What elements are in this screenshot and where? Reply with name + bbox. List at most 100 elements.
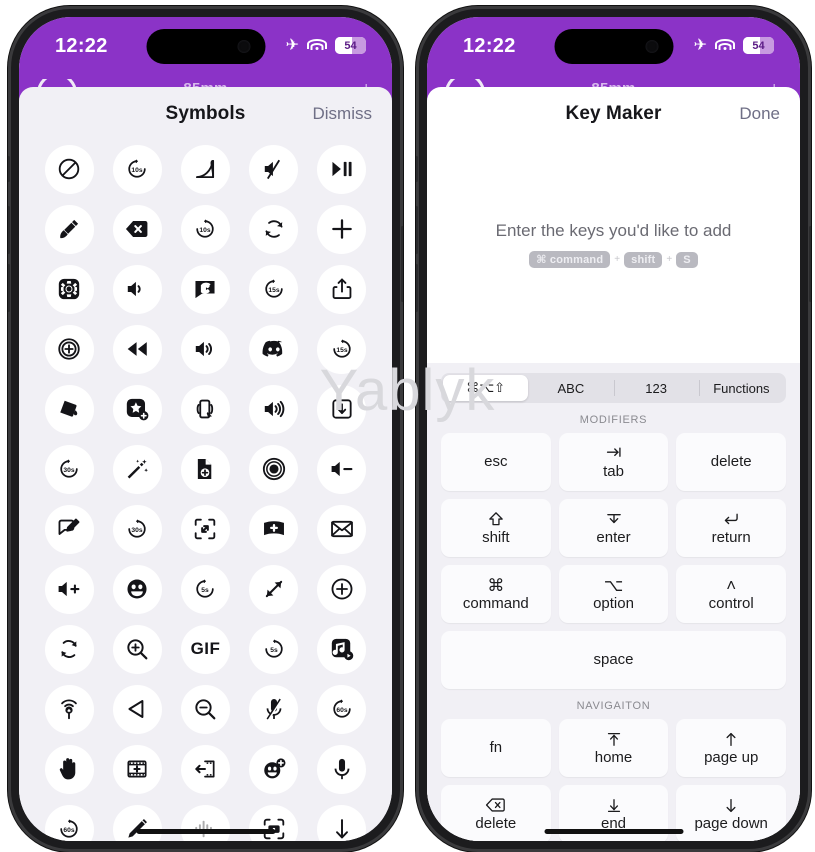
segment--[interactable]: ⌘⌥⇧: [443, 375, 529, 401]
film-arrow-left-icon[interactable]: [180, 744, 230, 794]
symbol-cell[interactable]: [103, 679, 171, 739]
symbol-cell[interactable]: 15s: [308, 319, 376, 379]
dismiss-button[interactable]: Dismiss: [313, 104, 373, 124]
speaker-minus-icon[interactable]: [317, 444, 367, 494]
power-button[interactable]: [401, 226, 403, 302]
phone-bubble-icon[interactable]: [180, 264, 230, 314]
volume-up-button[interactable]: [8, 206, 10, 254]
volume-up-button-right[interactable]: [416, 206, 418, 254]
symbol-cell[interactable]: [103, 199, 171, 259]
key-tab[interactable]: tab: [558, 433, 669, 491]
key-esc[interactable]: esc: [441, 433, 551, 491]
goforward-10-seconds-icon[interactable]: 10s: [180, 204, 230, 254]
symbol-cell[interactable]: [103, 619, 171, 679]
symbol-cell[interactable]: [171, 799, 239, 841]
symbol-cell[interactable]: 15s: [240, 259, 308, 319]
symbol-cell[interactable]: 30s: [103, 499, 171, 559]
symbol-cell[interactable]: [171, 379, 239, 439]
film-plus-icon[interactable]: [112, 744, 162, 794]
symbol-cell[interactable]: [308, 739, 376, 799]
symbol-cell[interactable]: [35, 499, 103, 559]
key-delete[interactable]: delete: [441, 785, 551, 841]
curve-chart-icon[interactable]: [180, 144, 230, 194]
doc-badge-plus-icon[interactable]: [180, 444, 230, 494]
key-enter[interactable]: enter: [558, 499, 669, 557]
goback-10-seconds-icon[interactable]: 10s: [112, 144, 162, 194]
key-command[interactable]: ⌘ command: [441, 565, 551, 623]
symbol-cell[interactable]: [103, 379, 171, 439]
play-pause-icon[interactable]: [317, 144, 367, 194]
symbol-cell[interactable]: [35, 619, 103, 679]
delete-left-x-icon[interactable]: [112, 204, 162, 254]
symbol-cell[interactable]: [103, 739, 171, 799]
symbol-cell[interactable]: [240, 559, 308, 619]
speaker-wave-1-icon[interactable]: [112, 264, 162, 314]
bubble-pencil-icon[interactable]: [44, 504, 94, 554]
symbol-cell[interactable]: 5s: [171, 559, 239, 619]
symbol-cell[interactable]: [171, 499, 239, 559]
slash-circle-icon[interactable]: [44, 144, 94, 194]
key-fn[interactable]: fn: [441, 719, 551, 777]
symbol-cell[interactable]: [240, 199, 308, 259]
square-and-arrow-up-icon[interactable]: [317, 264, 367, 314]
symbol-cell[interactable]: [35, 319, 103, 379]
symbol-cell[interactable]: [35, 259, 103, 319]
symbol-cell[interactable]: [35, 679, 103, 739]
mic-icon[interactable]: [317, 744, 367, 794]
symbol-cell[interactable]: [35, 379, 103, 439]
symbol-cell[interactable]: [103, 319, 171, 379]
symbol-cell[interactable]: [308, 499, 376, 559]
pen-plug-icon[interactable]: [44, 204, 94, 254]
airplay-audio-icon[interactable]: [44, 684, 94, 734]
magnify-minus-icon[interactable]: [180, 684, 230, 734]
symbol-cell[interactable]: [240, 739, 308, 799]
done-button[interactable]: Done: [739, 104, 780, 124]
key-return[interactable]: return: [676, 499, 787, 557]
symbol-cell[interactable]: [171, 679, 239, 739]
symbol-cell[interactable]: [171, 439, 239, 499]
symbol-cell[interactable]: [240, 439, 308, 499]
key-shift[interactable]: shift: [441, 499, 551, 557]
symbol-cell[interactable]: [240, 319, 308, 379]
goback-15-seconds-icon[interactable]: 15s: [249, 264, 299, 314]
symbol-cell[interactable]: [171, 739, 239, 799]
symbol-cell[interactable]: [308, 799, 376, 841]
symbol-cell[interactable]: [308, 259, 376, 319]
key-delete[interactable]: delete: [676, 433, 787, 491]
symbol-cell[interactable]: [103, 559, 171, 619]
discord-icon[interactable]: [249, 324, 299, 374]
symbol-cell[interactable]: [308, 439, 376, 499]
segment-functions[interactable]: Functions: [698, 375, 784, 401]
play-left-triangle-icon[interactable]: [112, 684, 162, 734]
symbol-cell[interactable]: 10s: [171, 199, 239, 259]
backward-fill-icon[interactable]: [112, 324, 162, 374]
arrow-2-circlepath-icon[interactable]: [44, 624, 94, 674]
home-indicator-right[interactable]: [544, 829, 683, 834]
symbol-cell[interactable]: [308, 139, 376, 199]
silent-switch[interactable]: [8, 156, 10, 182]
segment-123[interactable]: 123: [613, 375, 699, 401]
symbol-cell[interactable]: [308, 619, 376, 679]
keyboard-mode-segmented-control[interactable]: ⌘⌥⇧ ABC 123 Functions: [441, 373, 786, 403]
symbol-cell[interactable]: 60s: [35, 799, 103, 841]
symbol-cell[interactable]: [35, 139, 103, 199]
key-control[interactable]: ˄ control: [676, 565, 787, 623]
smiley-plus-icon[interactable]: [249, 744, 299, 794]
goforward-5-seconds-icon[interactable]: 5s: [249, 624, 299, 674]
gif-icon[interactable]: GIF: [180, 624, 230, 674]
hand-raised-icon[interactable]: [44, 744, 94, 794]
symbol-cell[interactable]: [308, 559, 376, 619]
symbol-cell[interactable]: [103, 799, 171, 841]
key-page-down[interactable]: page down: [676, 785, 787, 841]
key-option[interactable]: ⌥ option: [558, 565, 669, 623]
symbol-cell[interactable]: [308, 199, 376, 259]
symbol-cell[interactable]: [308, 379, 376, 439]
symbol-cell[interactable]: [240, 499, 308, 559]
volume-down-button-right[interactable]: [416, 264, 418, 312]
plus-circle-dotted-icon[interactable]: [44, 324, 94, 374]
goback-30-seconds-icon[interactable]: 30s: [44, 444, 94, 494]
silent-switch-right[interactable]: [416, 156, 418, 182]
plus-circle-outline-icon[interactable]: [317, 564, 367, 614]
star-square-plus-icon[interactable]: [112, 384, 162, 434]
rotate-device-icon[interactable]: [180, 384, 230, 434]
